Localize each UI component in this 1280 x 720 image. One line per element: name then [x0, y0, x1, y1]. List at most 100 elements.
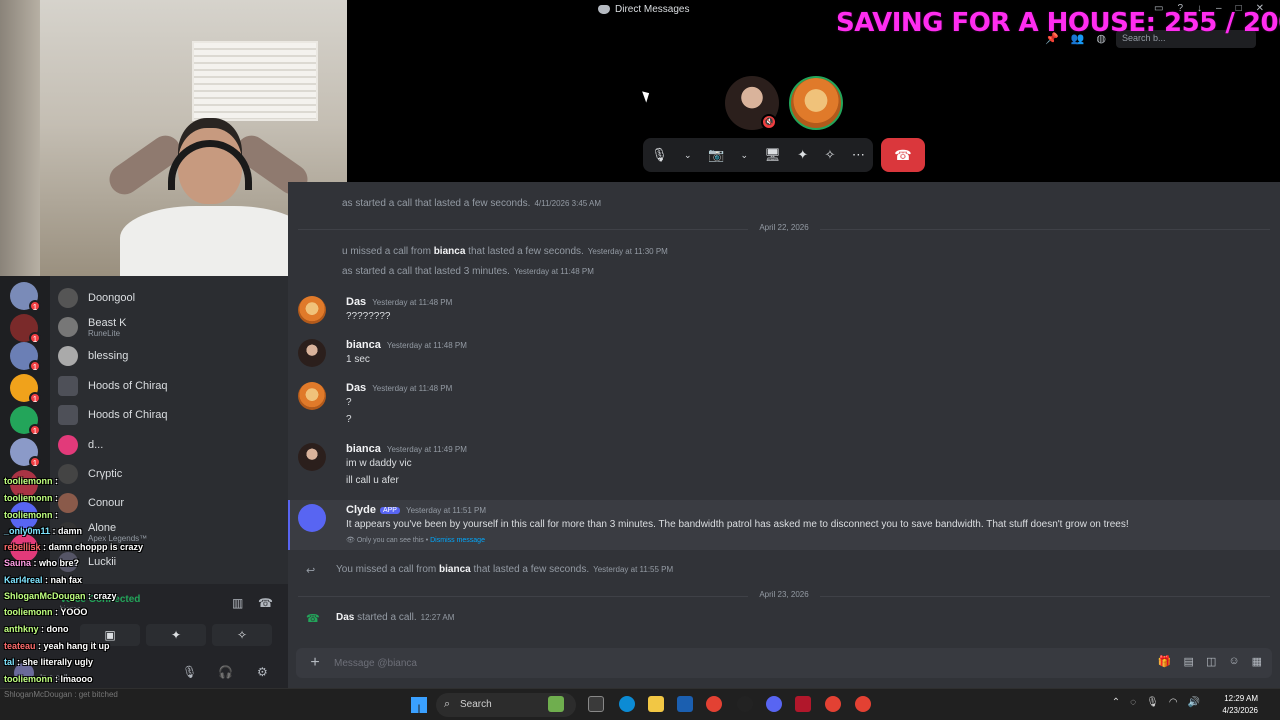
- microphone-icon[interactable]: 🎙: [182, 665, 197, 679]
- soundboard-button[interactable]: ✧: [212, 624, 272, 646]
- task-view-icon[interactable]: [588, 696, 604, 712]
- system-tray: ⌃ ◌ 🎙 ◠ 🔊: [1112, 697, 1200, 708]
- das-call-avatar[interactable]: [789, 76, 843, 130]
- volume-icon[interactable]: 🔊: [1188, 697, 1200, 708]
- avatar[interactable]: [298, 339, 326, 367]
- avatar: [58, 346, 78, 366]
- headset-icon[interactable]: 🎧: [218, 665, 233, 679]
- sticker-icon[interactable]: ◫: [1206, 655, 1216, 668]
- disconnect-icon[interactable]: ☎: [258, 596, 273, 610]
- dm-item[interactable]: Doongool: [58, 284, 278, 312]
- gear-icon[interactable]: ⚙: [257, 665, 268, 679]
- author[interactable]: bianca: [346, 339, 381, 351]
- chevron-down-icon[interactable]: ⌄: [741, 150, 749, 161]
- activities-icon[interactable]: ✦: [797, 147, 808, 163]
- call-controls: 🎙 ⌄ 📷 ⌄ 🖥 ✦ ✧ ⋯: [643, 138, 873, 172]
- noise-suppression-icon[interactable]: ▥: [232, 596, 246, 610]
- edge-icon[interactable]: [619, 696, 635, 712]
- avatar[interactable]: [298, 443, 326, 471]
- store-icon[interactable]: [677, 696, 693, 712]
- server-avatar[interactable]: [10, 534, 38, 562]
- activity-button[interactable]: ✦: [146, 624, 206, 646]
- avatar: [58, 288, 78, 308]
- avatar: [58, 317, 78, 337]
- notification-badge: 1: [29, 424, 41, 436]
- dm-item[interactable]: Crγptic: [58, 460, 278, 488]
- emoji-icon[interactable]: ☺: [1228, 655, 1239, 668]
- voice-panel: Voice Connected bianca ▥ ☎ ▣ ✦ ✧ In a ca…: [0, 584, 288, 688]
- dm-name: Alone: [88, 521, 117, 534]
- avatar[interactable]: [298, 382, 326, 410]
- server-avatar[interactable]: 1: [10, 342, 41, 372]
- dm-name: Beast K: [88, 316, 127, 329]
- gift-icon[interactable]: 🎁: [1158, 655, 1172, 668]
- composer-tools: 🎁 ▤ ◫ ☺ ▦: [1158, 655, 1262, 668]
- avatar: [58, 552, 78, 572]
- clock[interactable]: 12:29 AM 4/23/2026: [1222, 693, 1258, 717]
- webcam-shirt: [120, 206, 310, 276]
- muted-icon: 🔇: [761, 114, 777, 130]
- user-avatar[interactable]: [14, 663, 34, 683]
- message-text: ill call u afer: [346, 475, 399, 486]
- dm-item[interactable]: Luckii: [58, 548, 278, 576]
- dm-activity: RuneLite: [88, 328, 121, 338]
- server-avatar[interactable]: 1: [10, 374, 41, 404]
- soundboard-icon[interactable]: ✧: [825, 147, 836, 163]
- avatar: [58, 464, 78, 484]
- server-avatar[interactable]: 1: [10, 282, 41, 312]
- server-avatar[interactable]: 1: [10, 406, 41, 436]
- chrome-icon[interactable]: [855, 696, 871, 712]
- dm-item[interactable]: Hoods of Chiraq: [58, 372, 278, 400]
- composer-area: + 🎁 ▤ ◫ ☺ ▦: [288, 644, 1280, 688]
- microphone-icon[interactable]: 🎙: [1146, 697, 1159, 708]
- attach-button[interactable]: +: [306, 654, 324, 672]
- end-call-button[interactable]: ☎: [881, 138, 925, 172]
- ephemeral-note: 👁 Only you can see this • Dismiss messag…: [346, 537, 485, 544]
- gif-icon[interactable]: ▤: [1184, 655, 1194, 668]
- message-header: bianca Yesterday at 11:48 PM: [346, 339, 467, 351]
- camera-off-icon[interactable]: 📷: [708, 147, 724, 163]
- obs-icon[interactable]: [737, 696, 753, 712]
- camera-button[interactable]: ▣: [80, 624, 140, 646]
- author[interactable]: bianca: [346, 443, 381, 455]
- chevron-up-icon[interactable]: ⌃: [1112, 697, 1120, 708]
- server-avatar[interactable]: [10, 502, 38, 530]
- message-composer: + 🎁 ▤ ◫ ☺ ▦: [296, 648, 1272, 678]
- app-icon[interactable]: [795, 696, 811, 712]
- more-icon[interactable]: ⋯: [852, 147, 865, 163]
- wifi-icon[interactable]: ◠: [1169, 697, 1178, 708]
- network-icon[interactable]: ◌: [1130, 697, 1136, 708]
- user-status: In a call: [40, 673, 68, 682]
- dm-item[interactable]: d...: [58, 431, 278, 459]
- server-avatar[interactable]: [10, 470, 38, 498]
- window-title: Direct Messages: [598, 4, 689, 15]
- author[interactable]: Das: [346, 382, 366, 394]
- server-avatar[interactable]: 1: [10, 314, 41, 344]
- start-button[interactable]: [411, 697, 427, 713]
- discord-icon[interactable]: [766, 696, 782, 712]
- dm-item[interactable]: Conour: [58, 489, 278, 517]
- chevron-down-icon[interactable]: ⌄: [684, 150, 692, 161]
- dm-item[interactable]: Hoods of Chiraq: [58, 401, 278, 429]
- avatar[interactable]: [298, 296, 326, 324]
- clyde-avatar[interactable]: [298, 504, 326, 532]
- server-avatar[interactable]: 1: [10, 438, 41, 468]
- dm-name: Hoods of Chiraq: [88, 409, 168, 421]
- microphone-icon[interactable]: 🎙: [651, 147, 668, 163]
- dismiss-message-link[interactable]: Dismiss message: [430, 537, 485, 544]
- avatar: [58, 435, 78, 455]
- apps-icon[interactable]: ▦: [1252, 655, 1262, 668]
- author[interactable]: Das: [346, 296, 366, 308]
- chrome-icon[interactable]: [706, 696, 722, 712]
- webcam-door: [0, 0, 40, 276]
- file-explorer-icon[interactable]: [648, 696, 664, 712]
- message-input[interactable]: [334, 655, 1114, 671]
- dm-item[interactable]: Alone Apex Legends™: [58, 518, 278, 546]
- screen-share-icon[interactable]: 🖥: [764, 147, 781, 163]
- dm-item[interactable]: blessing: [58, 342, 278, 370]
- widget-icon[interactable]: [548, 696, 564, 712]
- author[interactable]: Clyde: [346, 504, 376, 516]
- dm-item[interactable]: Beast K RuneLite: [58, 313, 278, 341]
- message-list: as started a call that lasted a few seco…: [288, 182, 1280, 644]
- chrome-icon[interactable]: [825, 696, 841, 712]
